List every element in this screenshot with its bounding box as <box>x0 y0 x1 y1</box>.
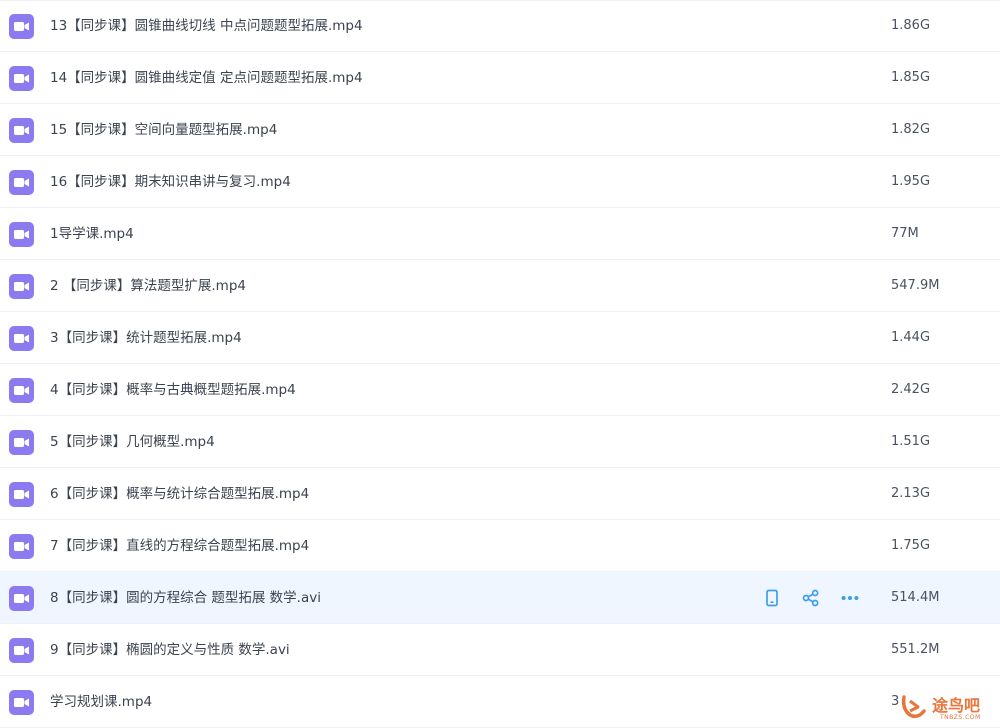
file-name[interactable]: 4【同步课】概率与古典概型题拓展.mp4 <box>50 364 296 416</box>
file-name[interactable]: 2 【同步课】算法题型扩展.mp4 <box>50 260 246 312</box>
file-row[interactable]: 13【同步课】圆锥曲线切线 中点问题题型拓展.mp4 1.86G <box>0 0 1000 52</box>
phone-icon[interactable] <box>760 586 784 610</box>
file-size: 1.86G <box>891 18 931 33</box>
file-name[interactable]: 8【同步课】圆的方程综合 题型拓展 数学.avi <box>50 572 321 624</box>
file-name[interactable]: 14【同步课】圆锥曲线定值 定点问题题型拓展.mp4 <box>50 52 363 104</box>
file-row[interactable]: 15【同步课】空间向量题型拓展.mp4 1.82G <box>0 104 1000 156</box>
file-size: 1.75G <box>891 538 931 553</box>
video-file-icon <box>9 118 34 143</box>
file-list: 13【同步课】圆锥曲线切线 中点问题题型拓展.mp4 1.86G 14【同步课】圆… <box>0 0 1000 728</box>
watermark-subtext: TNBZS.COM <box>940 714 981 721</box>
file-name[interactable]: 16【同步课】期末知识串讲与复习.mp4 <box>50 156 291 208</box>
video-file-icon <box>9 326 34 351</box>
file-size: 1.82G <box>891 122 931 137</box>
file-name[interactable]: 5【同步课】几何概型.mp4 <box>50 416 215 468</box>
file-size: 1.95G <box>891 174 931 189</box>
video-file-icon <box>9 430 34 455</box>
file-row[interactable]: 1导学课.mp4 77M <box>0 208 1000 260</box>
more-icon[interactable] <box>838 586 862 610</box>
video-file-icon <box>9 690 34 715</box>
watermark-logo-icon <box>901 695 926 719</box>
video-file-icon <box>9 222 34 247</box>
video-file-icon <box>9 534 34 559</box>
file-row[interactable]: 9【同步课】椭圆的定义与性质 数学.avi 551.2M <box>0 624 1000 676</box>
video-file-icon <box>9 14 34 39</box>
file-row[interactable]: 16【同步课】期末知识串讲与复习.mp4 1.95G <box>0 156 1000 208</box>
video-file-icon <box>9 638 34 663</box>
file-row[interactable]: 7【同步课】直线的方程综合题型拓展.mp4 1.75G <box>0 520 1000 572</box>
video-file-icon <box>9 482 34 507</box>
video-file-icon <box>9 378 34 403</box>
file-size: 1.44G <box>891 330 931 345</box>
video-file-icon <box>9 586 34 611</box>
file-row[interactable]: 3【同步课】统计题型拓展.mp4 1.44G <box>0 312 1000 364</box>
file-row[interactable]: 4【同步课】概率与古典概型题拓展.mp4 2.42G <box>0 364 1000 416</box>
video-file-icon <box>9 170 34 195</box>
file-row[interactable]: 2 【同步课】算法题型扩展.mp4 547.9M <box>0 260 1000 312</box>
file-size: 551.2M <box>891 642 940 657</box>
video-file-icon <box>9 274 34 299</box>
file-name[interactable]: 15【同步课】空间向量题型拓展.mp4 <box>50 104 277 156</box>
file-name[interactable]: 学习规划课.mp4 <box>50 676 152 728</box>
video-file-icon <box>9 66 34 91</box>
file-row[interactable]: 14【同步课】圆锥曲线定值 定点问题题型拓展.mp4 1.85G <box>0 52 1000 104</box>
file-name[interactable]: 6【同步课】概率与统计综合题型拓展.mp4 <box>50 468 309 520</box>
file-name[interactable]: 13【同步课】圆锥曲线切线 中点问题题型拓展.mp4 <box>50 0 363 52</box>
file-size: 1.85G <box>891 70 931 85</box>
file-name[interactable]: 1导学课.mp4 <box>50 208 134 260</box>
file-name[interactable]: 3【同步课】统计题型拓展.mp4 <box>50 312 242 364</box>
file-row[interactable]: 5【同步课】几何概型.mp4 1.51G <box>0 416 1000 468</box>
file-row[interactable]: 学习规划课.mp4 3 <box>0 676 1000 728</box>
file-size: 2.42G <box>891 382 931 397</box>
watermark-text: 途鸟吧 <box>932 696 981 715</box>
row-actions <box>760 586 862 610</box>
file-name[interactable]: 9【同步课】椭圆的定义与性质 数学.avi <box>50 624 290 676</box>
file-row[interactable]: 8【同步课】圆的方程综合 题型拓展 数学.avi 514.4M <box>0 572 1000 624</box>
file-size: 514.4M <box>891 590 940 605</box>
file-size: 77M <box>891 226 919 241</box>
file-size: 547.9M <box>891 278 940 293</box>
file-size: 2.13G <box>891 486 931 501</box>
file-name[interactable]: 7【同步课】直线的方程综合题型拓展.mp4 <box>50 520 309 572</box>
file-row[interactable]: 6【同步课】概率与统计综合题型拓展.mp4 2.13G <box>0 468 1000 520</box>
share-icon[interactable] <box>799 586 823 610</box>
watermark: 途鸟吧 TNBZS.COM <box>898 688 1000 724</box>
file-size: 1.51G <box>891 434 931 449</box>
